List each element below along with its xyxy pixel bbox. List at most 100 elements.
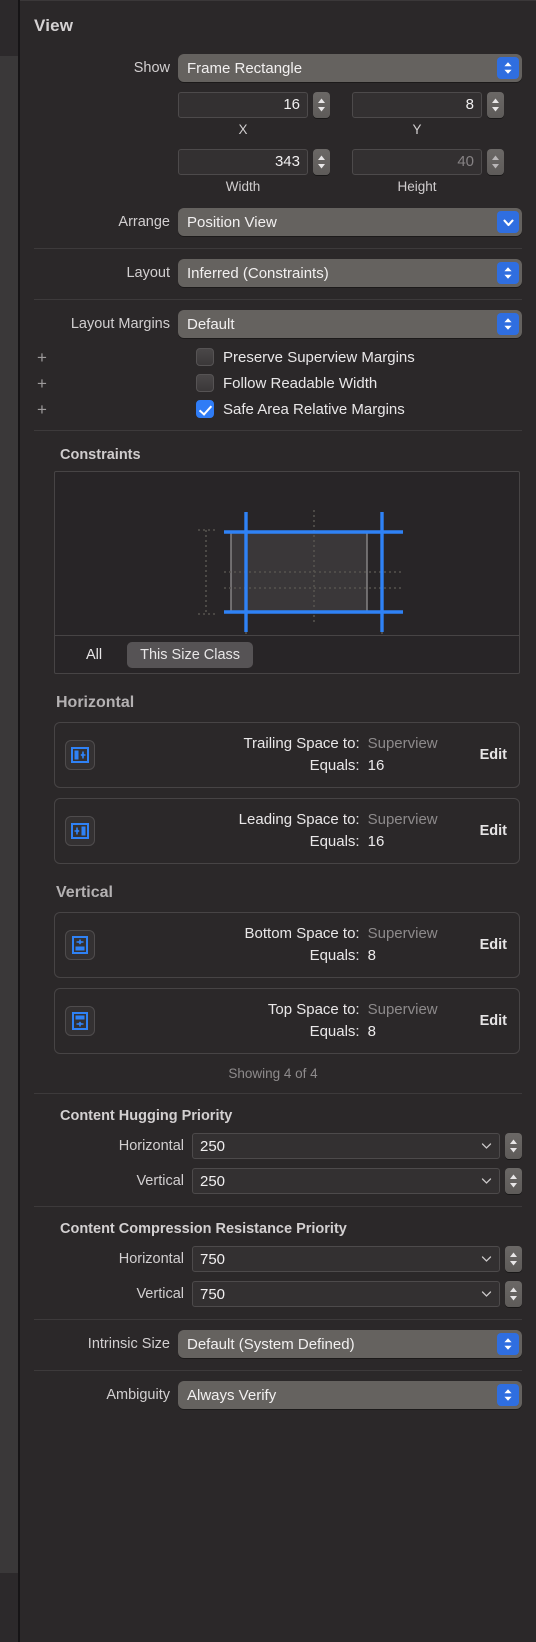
add-variation-icon[interactable]: + — [34, 375, 50, 392]
x-stepper[interactable] — [313, 92, 330, 118]
frame-xy-row: 16 X 8 Y — [20, 92, 536, 137]
constraint-equals-key: Equals: — [309, 1023, 360, 1040]
constraint-target: Superview — [367, 925, 438, 943]
chevron-updown-icon[interactable] — [497, 57, 519, 79]
x-input[interactable]: 16 — [178, 92, 308, 118]
compression-vertical-row: Vertical 750 — [20, 1281, 536, 1307]
hugging-horizontal-combobox[interactable]: 250 — [192, 1133, 500, 1159]
y-stepper[interactable] — [487, 92, 504, 118]
follow-readable-width-label: Follow Readable Width — [223, 374, 378, 392]
height-stepper[interactable] — [487, 149, 504, 175]
hugging-horizontal-label: Horizontal — [118, 1138, 184, 1154]
intrinsic-size-row: Intrinsic Size Default (System Defined) — [20, 1330, 536, 1358]
chevron-updown-icon[interactable] — [497, 1333, 519, 1355]
hugging-vertical-combobox[interactable]: 250 — [192, 1168, 500, 1194]
width-input[interactable]: 343 — [178, 149, 308, 175]
constraint-edit-button[interactable]: Edit — [480, 823, 507, 839]
x-caption: X — [238, 122, 248, 137]
constraint-row[interactable]: Bottom Space to: Superview Equals: 8 Edi… — [54, 912, 520, 978]
show-label: Show — [133, 60, 170, 76]
constraint-edit-button[interactable]: Edit — [480, 937, 507, 953]
chevron-updown-icon[interactable] — [497, 313, 519, 335]
hugging-horizontal-stepper[interactable] — [505, 1133, 522, 1159]
layout-margins-popup-value: Default — [187, 315, 235, 333]
arrange-label: Arrange — [118, 214, 170, 230]
arrange-row: Arrange Position View — [20, 208, 536, 236]
constraint-body: Bottom Space to: Superview Equals: 8 — [95, 923, 480, 967]
left-gutter-strip — [0, 0, 18, 1642]
chevron-down-icon[interactable] — [481, 1255, 492, 1263]
compression-horizontal-combobox[interactable]: 750 — [192, 1246, 500, 1272]
compression-horizontal-stepper[interactable] — [505, 1246, 522, 1272]
compression-vertical-stepper[interactable] — [505, 1281, 522, 1307]
constraint-row[interactable]: Top Space to: Superview Equals: 8 Edit — [54, 988, 520, 1054]
height-input[interactable]: 40 — [352, 149, 482, 175]
chevron-down-icon[interactable] — [481, 1177, 492, 1185]
constraint-key: Trailing Space to: — [243, 735, 360, 753]
constraints-scope-segmented-control[interactable]: All This Size Class — [55, 635, 519, 673]
constraint-equals-key: Equals: — [309, 833, 360, 850]
layout-popup-button[interactable]: Inferred (Constraints) — [178, 259, 522, 287]
x-cell: 16 X — [178, 92, 330, 137]
constraints-showing-count: Showing 4 of 4 — [228, 1066, 318, 1081]
width-stepper[interactable] — [313, 149, 330, 175]
constraint-row[interactable]: Leading Space to: Superview Equals: 16 E… — [54, 798, 520, 864]
constraint-key: Bottom Space to: — [244, 925, 360, 943]
hugging-vertical-label: Vertical — [136, 1173, 184, 1189]
constraint-body: Top Space to: Superview Equals: 8 — [95, 999, 480, 1043]
constraint-row[interactable]: Trailing Space to: Superview Equals: 16 … — [54, 722, 520, 788]
constraint-trailing-icon — [65, 740, 95, 770]
chevron-updown-icon[interactable] — [497, 262, 519, 284]
layout-margins-row: Layout Margins Default — [20, 310, 536, 338]
add-variation-icon[interactable]: + — [34, 401, 50, 418]
scope-this-size-class-segment[interactable]: This Size Class — [127, 641, 254, 668]
chevron-down-icon[interactable] — [497, 211, 519, 233]
intrinsic-size-popup-value: Default (System Defined) — [187, 1335, 355, 1353]
arrange-popup-button[interactable]: Position View — [178, 208, 522, 236]
height-caption: Height — [397, 179, 437, 194]
preserve-superview-margins-checkbox[interactable] — [196, 348, 214, 366]
width-cell: 343 Width — [178, 149, 330, 194]
gutter-top-cap — [0, 0, 18, 56]
page-title: View — [34, 16, 74, 35]
chevron-down-icon[interactable] — [481, 1290, 492, 1298]
constraint-edit-button[interactable]: Edit — [480, 747, 507, 763]
constraints-panel: All This Size Class — [54, 471, 520, 674]
y-input[interactable]: 8 — [352, 92, 482, 118]
intrinsic-size-popup-button[interactable]: Default (System Defined) — [178, 1330, 522, 1358]
constraint-leading-icon — [65, 816, 95, 846]
divider-before-hugging — [34, 1093, 522, 1094]
constraint-equals-value: 8 — [367, 1023, 376, 1040]
constraint-edit-button[interactable]: Edit — [480, 1013, 507, 1029]
show-popup-value: Frame Rectangle — [187, 59, 303, 77]
hugging-vertical-stepper[interactable] — [505, 1168, 522, 1194]
hugging-horizontal-value: 250 — [200, 1137, 226, 1155]
show-popup-button[interactable]: Frame Rectangle — [178, 54, 522, 82]
preserve-superview-margins-label: Preserve Superview Margins — [223, 348, 415, 366]
inspector-panel: View Show Frame Rectangle 16 X 8 Y 343 W… — [20, 0, 536, 1642]
compression-horizontal-row: Horizontal 750 — [20, 1246, 536, 1272]
size-gap — [330, 149, 352, 194]
follow-readable-width-row: + Follow Readable Width — [20, 374, 536, 392]
divider-before-intrinsic — [34, 1319, 522, 1320]
constraints-title: Constraints — [60, 447, 141, 463]
scope-all-segment[interactable]: All — [73, 642, 115, 668]
compression-vertical-combobox[interactable]: 750 — [192, 1281, 500, 1307]
compression-horizontal-label: Horizontal — [118, 1251, 184, 1267]
intrinsic-size-label: Intrinsic Size — [87, 1336, 170, 1352]
chevron-down-icon[interactable] — [481, 1142, 492, 1150]
constraint-target: Superview — [367, 811, 438, 829]
layout-margins-popup-button[interactable]: Default — [178, 310, 522, 338]
ambiguity-popup-button[interactable]: Always Verify — [178, 1381, 522, 1409]
arrange-popup-value: Position View — [187, 213, 277, 231]
follow-readable-width-checkbox[interactable] — [196, 374, 214, 392]
add-variation-icon[interactable]: + — [34, 349, 50, 366]
xy-gap — [330, 92, 352, 137]
safe-area-relative-margins-checkbox[interactable] — [196, 400, 214, 418]
constraint-equals-value: 16 — [367, 757, 385, 774]
chevron-updown-icon[interactable] — [497, 1384, 519, 1406]
constraints-diagram-svg — [198, 510, 403, 635]
constraints-diagram[interactable] — [55, 472, 519, 635]
compression-vertical-label: Vertical — [136, 1286, 184, 1302]
ambiguity-label: Ambiguity — [106, 1387, 170, 1403]
